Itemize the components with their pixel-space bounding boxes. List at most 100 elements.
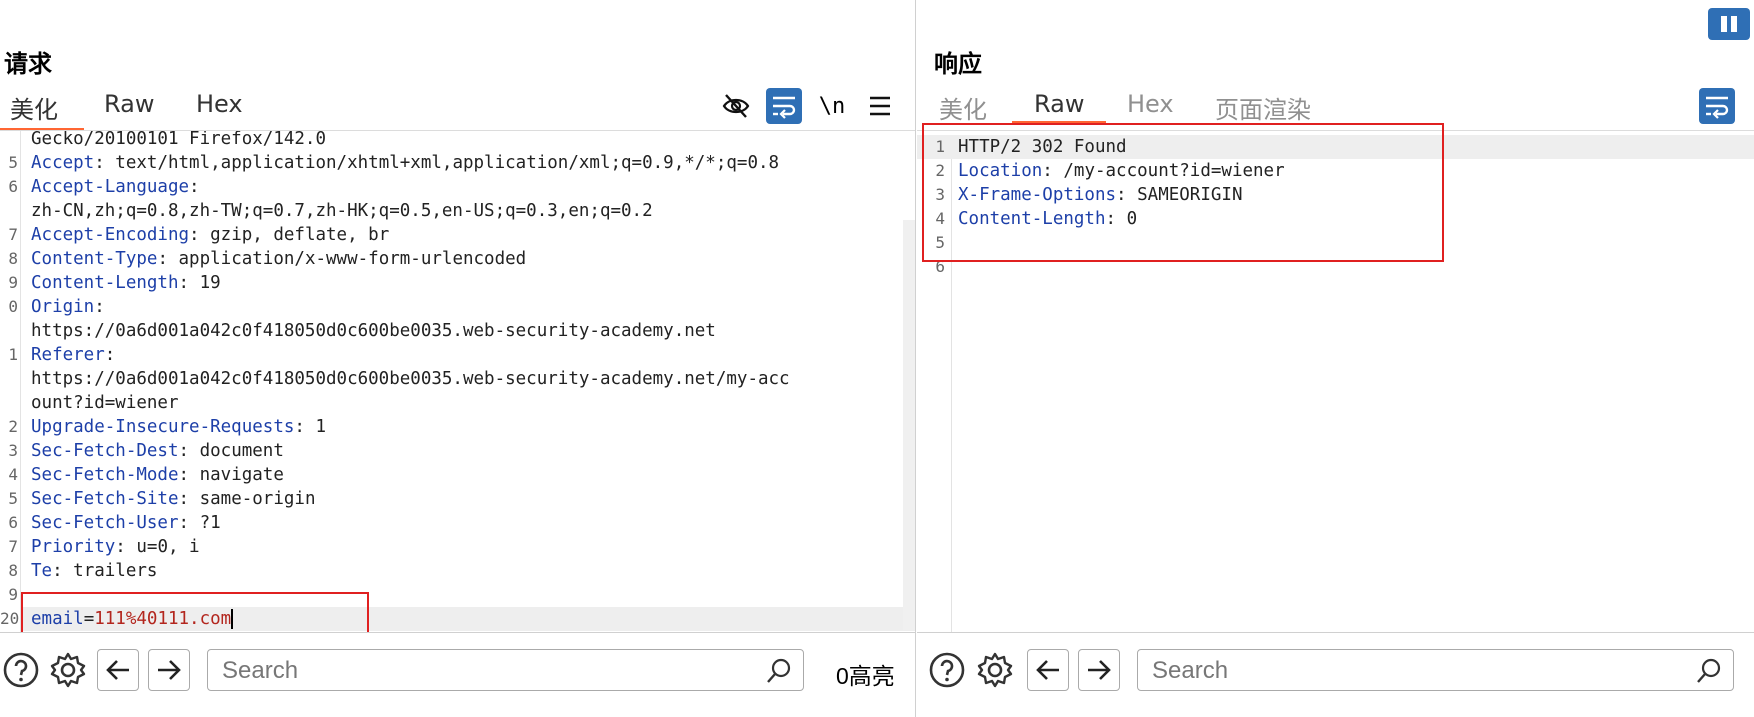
- header-separator: :: [189, 177, 200, 197]
- code-text: https://0a6d001a042c0f418050d0c600be0035…: [31, 367, 790, 391]
- header-separator: :: [104, 345, 116, 365]
- search-input[interactable]: [220, 656, 700, 686]
- search-icon: [1695, 657, 1723, 689]
- code-line: ount?id=wiener: [0, 391, 915, 415]
- code-line: 2 Upgrade-Insecure-Requests: 1: [0, 415, 915, 439]
- line-number: 9: [8, 585, 18, 604]
- line-number: 5: [8, 489, 18, 508]
- response-search[interactable]: [1137, 649, 1734, 691]
- header-name: Sec-Fetch-Dest: [31, 441, 179, 461]
- request-pane: 请求 美化 Raw Hex \n Gecko/20100101 Firefox/…: [0, 0, 916, 717]
- tab-pretty[interactable]: 美化: [0, 90, 84, 131]
- code-text: Sec-Fetch-Dest: document: [31, 439, 284, 463]
- line-number: 3: [8, 441, 18, 460]
- response-toolbar: [1699, 88, 1739, 124]
- code-line: 4 Sec-Fetch-Mode: navigate: [0, 463, 915, 487]
- code-text: Upgrade-Insecure-Requests: 1: [31, 415, 326, 439]
- header-value: ount?id=wiener: [31, 393, 179, 413]
- tab-raw[interactable]: Raw: [104, 90, 154, 118]
- code-text: https://0a6d001a042c0f418050d0c600be0035…: [31, 319, 716, 343]
- help-icon[interactable]: [0, 649, 42, 691]
- code-line: 0 Origin:: [0, 295, 915, 319]
- code-line: 5 Sec-Fetch-Site: same-origin: [0, 487, 915, 511]
- code-line: 3 Sec-Fetch-Dest: document: [0, 439, 915, 463]
- back-button[interactable]: [1027, 649, 1069, 691]
- request-editor[interactable]: Gecko/20100101 Firefox/142.0 5 Accept: tex…: [0, 131, 915, 633]
- header-value: trailers: [73, 561, 158, 581]
- code-line: 1 Referer:: [0, 343, 915, 367]
- request-title: 请求: [4, 50, 52, 78]
- code-text: Priority: u=0, i: [31, 535, 200, 559]
- header-value: zh-CN,zh;q=0.8,zh-TW;q=0.7,zh-HK;q=0.5,e…: [31, 201, 653, 221]
- code-line: 6 Sec-Fetch-User: ?1: [0, 511, 915, 535]
- request-toolbar: \n: [718, 88, 898, 124]
- header-separator: :: [178, 273, 200, 293]
- tab-hex[interactable]: Hex: [196, 90, 243, 118]
- header-separator: :: [178, 465, 200, 485]
- header-value: ?1: [199, 513, 221, 533]
- code-line: 8 Content-Type: application/x-www-form-ur…: [0, 247, 915, 271]
- header-name: Upgrade-Insecure-Requests: [31, 417, 295, 437]
- header-name: Content-Type: [31, 249, 158, 269]
- code-text: Referer:: [31, 343, 115, 367]
- request-search[interactable]: [207, 649, 804, 691]
- header-name: Te: [31, 561, 53, 581]
- code-text: Accept-Language:: [31, 175, 200, 199]
- forward-button[interactable]: [1078, 649, 1120, 691]
- response-bottom-bar: [917, 632, 1754, 717]
- line-number: 7: [8, 225, 18, 244]
- header-value: https://0a6d001a042c0f418050d0c600be0035…: [31, 369, 790, 389]
- code-text: Te: trailers: [31, 559, 157, 583]
- header-separator: :: [178, 513, 200, 533]
- code-line: 6 Accept-Language:: [0, 175, 915, 199]
- code-text: zh-CN,zh;q=0.8,zh-TW;q=0.7,zh-HK;q=0.5,e…: [31, 199, 653, 223]
- header-name: Accept-Language: [31, 177, 190, 197]
- header-value: gzip, deflate, br: [210, 225, 390, 245]
- line-number: 7: [8, 537, 18, 556]
- search-icon: [765, 657, 793, 689]
- header-value: navigate: [199, 465, 284, 485]
- request-tabs: 美化 Raw Hex: [0, 90, 300, 131]
- menu-icon[interactable]: [862, 88, 898, 124]
- request-scrollbar[interactable]: [903, 220, 915, 630]
- tab-pretty[interactable]: 美化: [939, 90, 987, 125]
- back-button[interactable]: [97, 649, 139, 691]
- code-line: Gecko/20100101 Firefox/142.0: [0, 131, 915, 151]
- code-line: 7 Priority: u=0, i: [0, 535, 915, 559]
- header-name: Sec-Fetch-Mode: [31, 465, 179, 485]
- code-text: Sec-Fetch-User: ?1: [31, 511, 221, 535]
- wrap-icon[interactable]: [1699, 88, 1735, 124]
- line-number: 6: [8, 513, 18, 532]
- code-text: Content-Type: application/x-www-form-url…: [31, 247, 526, 271]
- header-name: Priority: [31, 537, 116, 557]
- forward-button[interactable]: [148, 649, 190, 691]
- header-name: Accept: [31, 153, 95, 173]
- header-separator: :: [94, 153, 116, 173]
- header-separator: :: [157, 249, 179, 269]
- tab-render[interactable]: 页面渲染: [1215, 90, 1311, 125]
- eye-slash-icon[interactable]: [718, 88, 754, 124]
- header-separator: :: [115, 537, 137, 557]
- header-value: application/x-www-form-urlencoded: [178, 249, 527, 269]
- header-value: https://0a6d001a042c0f418050d0c600be0035…: [31, 321, 716, 341]
- response-title: 响应: [934, 50, 982, 78]
- help-icon[interactable]: [926, 649, 968, 691]
- highlight-count: 0高亮: [836, 663, 895, 689]
- newline-icon[interactable]: \n: [814, 88, 850, 124]
- header-separator: :: [52, 561, 74, 581]
- search-input[interactable]: [1150, 656, 1630, 686]
- header-name: Content-Length: [31, 273, 179, 293]
- pause-button[interactable]: [1708, 8, 1750, 40]
- code-line: zh-CN,zh;q=0.8,zh-TW;q=0.7,zh-HK;q=0.5,e…: [0, 199, 915, 223]
- gear-icon[interactable]: [974, 649, 1016, 691]
- code-text: Origin:: [31, 295, 105, 319]
- header-separator: :: [94, 297, 105, 317]
- line-number: 1: [8, 345, 18, 364]
- line-number: 6: [8, 177, 18, 196]
- header-value: document: [199, 441, 284, 461]
- tab-hex[interactable]: Hex: [1127, 90, 1174, 118]
- wrap-icon[interactable]: [766, 88, 802, 124]
- tab-raw[interactable]: Raw: [1012, 90, 1107, 124]
- line-number: 8: [8, 561, 18, 580]
- gear-icon[interactable]: [47, 649, 89, 691]
